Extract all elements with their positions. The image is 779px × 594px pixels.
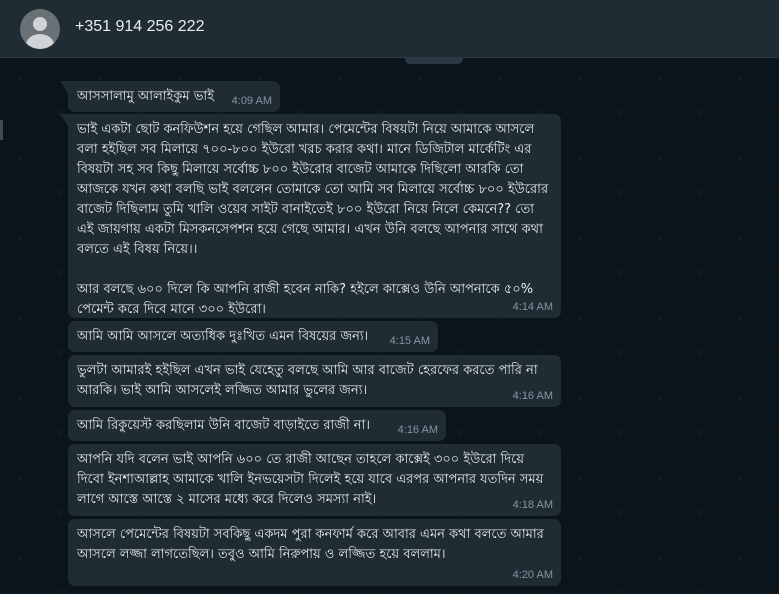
avatar-head-shape: [33, 17, 47, 31]
incoming-message[interactable]: আমি আমি আসলে অত্যধিক দুঃখিত এমন বিষয়ের …: [68, 321, 438, 352]
message-text: ভুলটা আমারই হইছিল এখন ভাই যেহেতু বলছে আম…: [77, 363, 542, 398]
incoming-message[interactable]: আসসালামু আলাইকুম ভাই 4:09 AM: [60, 81, 280, 112]
incoming-message[interactable]: ভাই একটা ছোট কনফিউশন হয়ে গেছিল আমার। পে…: [60, 114, 561, 318]
chat-header[interactable]: +351 914 256 222: [0, 0, 779, 58]
message-time: 4:18 AM: [512, 499, 553, 511]
message-time: 4:14 AM: [512, 301, 553, 313]
left-edge-marker: [0, 120, 3, 140]
incoming-message[interactable]: ভুলটা আমারই হইছিল এখন ভাই যেহেতু বলছে আম…: [68, 355, 561, 407]
scroll-indicator: [405, 58, 463, 64]
incoming-message[interactable]: আপনি যদি বলেন ভাই আপনি ৬০০ তে রাজী আছেন …: [68, 444, 561, 516]
message-text: ভাই একটা ছোট কনফিউশন হয়ে গেছিল আমার। পে…: [77, 122, 549, 317]
message-time: 4:20 AM: [512, 569, 553, 581]
avatar-body-shape: [26, 34, 54, 49]
contact-name[interactable]: +351 914 256 222: [75, 18, 204, 36]
message-list[interactable]: আসসালামু আলাইকুম ভাই 4:09 AM ভাই একটা ছো…: [0, 58, 779, 594]
whatsapp-chat-window: +351 914 256 222 আসসালামু আলাইকুম ভাই 4:…: [0, 0, 779, 594]
message-text: আসলে পেমেন্টের বিষয়টা সবকিছু একদম পুরা …: [77, 527, 548, 562]
message-time: 4:16 AM: [512, 390, 553, 402]
message-text: আমি আমি আসলে অত্যধিক দুঃখিত এমন বিষয়ের …: [77, 329, 369, 344]
message-text: আপনি যদি বলেন ভাই আপনি ৬০০ তে রাজী আছেন …: [77, 452, 548, 507]
message-time: 4:16 AM: [397, 424, 438, 436]
message-time: 4:09 AM: [231, 95, 272, 107]
contact-avatar[interactable]: [20, 9, 60, 49]
incoming-message[interactable]: আমি রিকুয়েস্ট করছিলাম উনি বাজেট বাড়াইত…: [68, 410, 446, 441]
message-time: 4:15 AM: [389, 335, 430, 347]
message-text: আমি রিকুয়েস্ট করছিলাম উনি বাজেট বাড়াইত…: [77, 418, 370, 433]
message-text: আসসালামু আলাইকুম ভাই: [77, 89, 214, 104]
incoming-message[interactable]: আসলে পেমেন্টের বিষয়টা সবকিছু একদম পুরা …: [68, 519, 561, 586]
